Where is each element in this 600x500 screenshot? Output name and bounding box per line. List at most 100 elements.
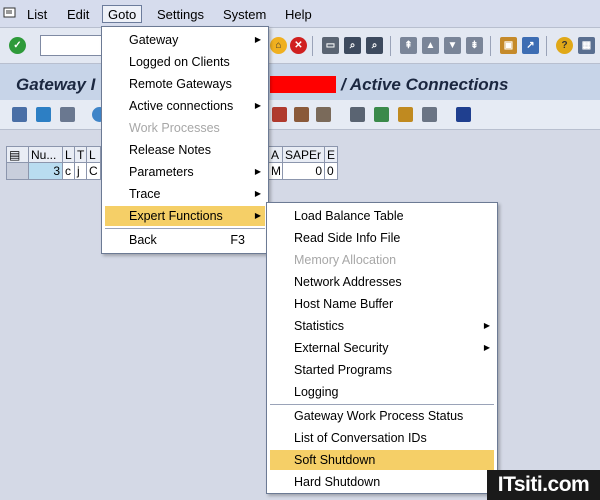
menu-item-back[interactable]: Back F3 [105, 230, 265, 250]
shortcut-label: F3 [230, 233, 245, 247]
column-header[interactable]: SAPEr [283, 146, 325, 163]
menu-system[interactable]: System [218, 6, 271, 24]
menu-item-gateway[interactable]: Gateway ▶ [105, 30, 265, 50]
insert-column-icon[interactable] [294, 107, 309, 122]
submenu-arrow-icon: ▶ [254, 101, 261, 110]
info-icon[interactable] [456, 107, 471, 122]
menu-item-load-balance-table[interactable]: Load Balance Table [270, 206, 494, 226]
cancel-icon[interactable]: ✕ [290, 37, 307, 54]
layout-icon[interactable] [316, 107, 331, 122]
menu-item-started-programs[interactable]: Started Programs [270, 360, 494, 380]
table-cell[interactable]: c [63, 163, 75, 180]
shortcut-icon[interactable]: ↗ [522, 37, 539, 54]
menu-item-statistics[interactable]: Statistics ▶ [270, 316, 494, 336]
table-cell[interactable]: M [269, 163, 283, 180]
standard-toolbar: ✓ ⌂ ✕ ▭ ⌕ ⌕ ⇞ ▲ ▼ ⇟ ▣ ↗ ? ▦ [0, 28, 600, 64]
print-icon[interactable]: ▭ [322, 37, 339, 54]
menu-goto[interactable]: Goto [102, 5, 143, 23]
column-header[interactable]: T [75, 146, 87, 163]
menu-item-parameters[interactable]: Parameters ▶ [105, 162, 265, 182]
exit-icon[interactable]: ⌂ [270, 37, 287, 54]
toolbar-separator [546, 36, 547, 56]
column-header[interactable]: Nu... [29, 146, 63, 163]
menu-help[interactable]: Help [280, 6, 317, 24]
previous-page-icon[interactable]: ▲ [422, 37, 439, 54]
application-toolbar [0, 100, 600, 130]
menu-item-label: Hard Shutdown [294, 475, 381, 489]
menu-item-label: Host Name Buffer [294, 297, 394, 311]
column-header[interactable]: E [325, 146, 338, 163]
select-icon[interactable] [60, 107, 75, 122]
layout-icon[interactable]: ▤ [7, 146, 29, 163]
enter-checkmark-icon[interactable]: ✓ [9, 37, 26, 54]
menu-separator [270, 404, 494, 405]
menu-item-expert-functions[interactable]: Expert Functions ▶ [105, 206, 265, 226]
next-page-icon[interactable]: ▼ [444, 37, 461, 54]
menu-item-label: Load Balance Table [294, 209, 404, 223]
menu-list[interactable]: List [22, 6, 52, 24]
menu-item-external-security[interactable]: External Security ▶ [270, 338, 494, 358]
menu-item-gateway-work-process-status[interactable]: Gateway Work Process Status [270, 406, 494, 426]
menu-item-label: Release Notes [129, 143, 211, 157]
menu-item-remote-gateways[interactable]: Remote Gateways [105, 74, 265, 94]
page-title-suffix: / Active Connections [341, 75, 509, 94]
submenu-arrow-icon: ▶ [483, 343, 490, 352]
table-cell[interactable]: 0 [283, 163, 325, 180]
menu-item-host-name-buffer[interactable]: Host Name Buffer [270, 294, 494, 314]
column-header[interactable]: A [269, 146, 283, 163]
table-icon[interactable] [272, 107, 287, 122]
redacted-title-block [270, 76, 336, 93]
menu-item-list-of-conversation-ids[interactable]: List of Conversation IDs [270, 428, 494, 448]
customize-layout-icon[interactable]: ▦ [578, 37, 595, 54]
table-cell[interactable]: 3 [29, 163, 63, 180]
table-cell[interactable]: 0 [325, 163, 338, 180]
menu-edit[interactable]: Edit [62, 6, 94, 24]
filter-icon[interactable] [350, 107, 365, 122]
detail-icon[interactable] [12, 107, 27, 122]
menu-item-logged-on-clients[interactable]: Logged on Clients [105, 52, 265, 72]
help-icon[interactable]: ? [556, 37, 573, 54]
menu-item-label: Read Side Info File [294, 231, 401, 245]
table-cell[interactable]: j [75, 163, 87, 180]
submenu-arrow-icon: ▶ [254, 189, 261, 198]
find-next-icon[interactable]: ⌕ [366, 37, 383, 54]
menu-item-label: Parameters [129, 165, 194, 179]
menu-bar: List Edit Goto Settings System Help [0, 0, 600, 28]
menu-item-soft-shutdown[interactable]: Soft Shutdown [270, 450, 494, 470]
menu-item-label: Gateway Work Process Status [294, 409, 464, 423]
menu-item-label: Logging [294, 385, 339, 399]
send-icon[interactable] [398, 107, 413, 122]
menu-item-release-notes[interactable]: Release Notes [105, 140, 265, 160]
menu-item-trace[interactable]: Trace ▶ [105, 184, 265, 204]
find-icon[interactable]: ⌕ [344, 37, 361, 54]
calculator-icon[interactable] [422, 107, 437, 122]
refresh-icon[interactable] [36, 107, 51, 122]
menu-item-label: External Security [294, 341, 389, 355]
table-cell[interactable]: C [87, 163, 101, 180]
menu-item-label: Remote Gateways [129, 77, 232, 91]
menu-item-label: Statistics [294, 319, 345, 333]
menu-item-read-side-info-file[interactable]: Read Side Info File [270, 228, 494, 248]
menu-item-active-connections[interactable]: Active connections ▶ [105, 96, 265, 116]
menu-settings[interactable]: Settings [152, 6, 209, 24]
first-page-icon[interactable]: ⇞ [400, 37, 417, 54]
system-menu-icon[interactable] [3, 6, 17, 20]
menu-item-network-addresses[interactable]: Network Addresses [270, 272, 494, 292]
column-header[interactable]: L [87, 146, 101, 163]
menu-item-logging[interactable]: Logging [270, 382, 494, 402]
last-page-icon[interactable]: ⇟ [466, 37, 483, 54]
export-icon[interactable] [374, 107, 389, 122]
menu-item-label: Work Processes [129, 121, 220, 135]
menu-item-label: Expert Functions [129, 209, 223, 223]
command-field[interactable] [40, 35, 104, 56]
menu-item-label: Memory Allocation [294, 253, 397, 267]
submenu-arrow-icon: ▶ [254, 167, 261, 176]
create-session-icon[interactable]: ▣ [500, 37, 517, 54]
menu-item-hard-shutdown[interactable]: Hard Shutdown [270, 472, 494, 492]
menu-item-label: Trace [129, 187, 161, 201]
toolbar-separator [390, 36, 391, 56]
row-selector[interactable] [7, 163, 29, 180]
goto-dropdown-menu: Gateway ▶ Logged on Clients Remote Gatewa… [101, 26, 269, 254]
menu-item-label: Active connections [129, 99, 234, 113]
column-header[interactable]: L [63, 146, 75, 163]
